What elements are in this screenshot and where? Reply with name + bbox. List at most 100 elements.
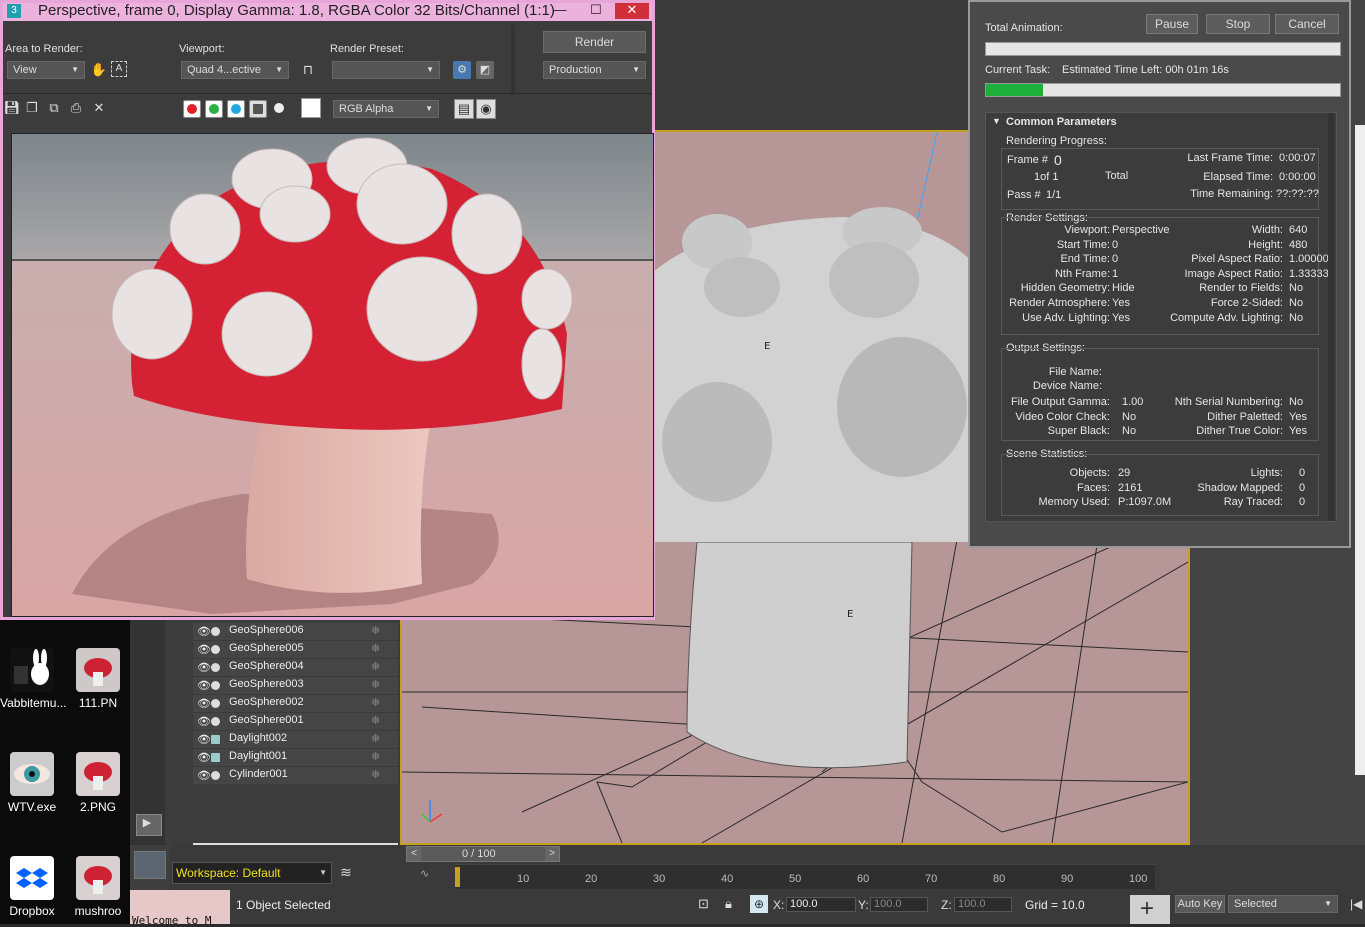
mono-icon[interactable] (274, 103, 284, 113)
maximize-icon[interactable]: ☐ (579, 3, 613, 19)
explorer-row[interactable]: 👁︎ GeoSphere005 ❄ (193, 641, 398, 659)
freeze-icon[interactable]: ❄ (371, 678, 380, 691)
workspace-selector[interactable]: Workspace: Default ▼ (172, 862, 332, 884)
area-to-render-select[interactable]: View ▼ (7, 61, 85, 79)
auto-key-button[interactable]: Auto Key (1175, 895, 1225, 913)
desktop-icon-dropbox[interactable]: Dropbox (0, 856, 64, 918)
selection-lock-icon[interactable]: ⊡ (698, 896, 709, 912)
minimize-icon[interactable]: — (543, 3, 577, 19)
absolute-mode-icon[interactable]: ⊕ (750, 895, 768, 913)
red-channel-toggle[interactable] (183, 100, 201, 118)
explorer-row[interactable]: 👁︎ GeoSphere001 ❄ (193, 713, 398, 731)
cancel-button[interactable]: Cancel (1275, 14, 1339, 34)
output-setting-label: Video Color Check: (1015, 410, 1110, 423)
render-setting-label: Viewport: (1064, 224, 1110, 236)
y-coordinate-field[interactable]: 100.0 (870, 897, 928, 912)
layers-icon[interactable]: ≋ (340, 864, 358, 882)
desktop-icon-vabbitemu[interactable]: Vabbitemu... (0, 648, 66, 710)
time-marker[interactable] (455, 867, 460, 887)
clone-icon[interactable]: ⧉ (45, 99, 63, 117)
environment-icon[interactable]: ◩ (476, 61, 494, 79)
render-button[interactable]: Render (543, 31, 646, 53)
output-setting-label: Dither Paletted: (1207, 410, 1283, 423)
render-setup-icon[interactable]: ⚙ (453, 61, 471, 79)
visibility-eye-icon[interactable]: 👁︎ (197, 697, 211, 710)
freeze-icon[interactable]: ❄ (371, 732, 380, 745)
eye-icon (10, 752, 54, 796)
freeze-icon[interactable]: ❄ (371, 624, 380, 637)
next-frame-icon[interactable]: > (545, 847, 559, 861)
render-frame-titlebar[interactable]: 3 Perspective, frame 0, Display Gamma: 1… (3, 2, 652, 21)
stop-button[interactable]: Stop (1206, 14, 1270, 34)
viewport-layout-icon[interactable] (134, 851, 166, 879)
freeze-icon[interactable]: ❄ (371, 768, 380, 781)
viewport-select[interactable]: Quad 4...ective ▼ (181, 61, 289, 79)
print-icon[interactable]: ⎙ (67, 99, 85, 117)
alpha-channel-toggle[interactable] (249, 100, 267, 118)
visibility-eye-icon[interactable]: 👁︎ (197, 625, 211, 638)
desktop-icon-111png[interactable]: 111.PN (66, 648, 130, 710)
curve-editor-icon[interactable]: ∿ (420, 867, 440, 881)
auto-region-icon[interactable]: A (111, 61, 127, 77)
key-filter-select[interactable]: Selected ▼ (1228, 895, 1338, 913)
explorer-row[interactable]: 👁︎ GeoSphere004 ❄ (193, 659, 398, 677)
save-icon[interactable]: 💾︎ (3, 99, 21, 117)
prev-frame-icon[interactable]: < (407, 847, 421, 861)
freeze-icon[interactable]: ❄ (371, 696, 380, 709)
lock-icon[interactable]: 🔒︎ (725, 896, 732, 912)
desktop-icon-wtv[interactable]: WTV.exe (0, 752, 64, 814)
render-setting-label: Hidden Geometry: (1020, 282, 1110, 295)
total-animation-progress (985, 42, 1341, 56)
display-toggle-icon[interactable]: ▤ (454, 99, 474, 119)
freeze-icon[interactable]: ❄ (371, 714, 380, 727)
explorer-row[interactable]: 👁︎ GeoSphere002 ❄ (193, 695, 398, 713)
pause-button[interactable]: Pause (1146, 14, 1198, 34)
copy-icon[interactable]: ❐ (23, 99, 41, 117)
time-slider[interactable]: < 0 / 100 > (406, 846, 560, 862)
desktop-icon-mushroom[interactable]: mushroo (66, 856, 130, 918)
explorer-row[interactable]: 👁︎ Cylinder001 ❄ (193, 767, 398, 785)
explorer-row[interactable]: 👁︎ GeoSphere006 ❄ (193, 623, 398, 641)
explorer-row[interactable]: 👁︎ GeoSphere003 ❄ (193, 677, 398, 695)
maxscript-listener[interactable]: Welcome to M (130, 890, 230, 927)
collapse-triangle-icon[interactable]: ▼ (992, 116, 1001, 126)
lock-icon[interactable]: ⊓ (299, 61, 317, 79)
timeline-tick-label: 90 (1061, 873, 1074, 885)
explorer-row[interactable]: 👁︎ Daylight001 ❄ (193, 749, 398, 767)
production-select[interactable]: Production ▼ (543, 61, 646, 79)
rollout-scrollbar[interactable] (1328, 113, 1334, 521)
z-coordinate-field[interactable]: 100.0 (954, 897, 1012, 912)
close-icon[interactable]: ✕ (615, 3, 649, 19)
mini-listener-toggle[interactable] (130, 845, 170, 890)
freeze-icon[interactable]: ❄ (371, 750, 380, 763)
common-parameters-title[interactable]: Common Parameters (1006, 116, 1117, 128)
render-settings-group: Viewport: Perspective Start Time: 0 End Time… (1001, 217, 1329, 335)
visibility-eye-icon[interactable]: 👁︎ (197, 751, 211, 764)
desktop-icon-2png[interactable]: 2.PNG (66, 752, 130, 814)
freeze-icon[interactable]: ❄ (371, 660, 380, 673)
render-setting-value: 640 (1289, 224, 1308, 236)
render-preset-select[interactable]: ▼ (332, 61, 440, 79)
goto-start-icon[interactable]: |◀ (1350, 897, 1362, 911)
swatch-color[interactable] (301, 98, 321, 118)
visibility-eye-icon[interactable]: 👁︎ (197, 643, 211, 656)
visibility-eye-icon[interactable]: 👁︎ (197, 715, 211, 728)
freeze-icon[interactable]: ❄ (371, 642, 380, 655)
visibility-eye-icon[interactable]: 👁︎ (197, 661, 211, 674)
x-coordinate-field[interactable]: 100.0 (786, 897, 856, 912)
channel-display-select[interactable]: RGB Alpha ▼ (333, 100, 439, 118)
toggle-ui-icon[interactable]: ◉ (476, 99, 496, 119)
hand-icon[interactable]: ✋ (90, 61, 108, 79)
visibility-eye-icon[interactable]: 👁︎ (197, 679, 211, 692)
blue-channel-toggle[interactable] (227, 100, 245, 118)
clear-icon[interactable]: ✕ (90, 99, 108, 117)
geometry-icon (211, 717, 220, 726)
add-icon[interactable]: + (1130, 895, 1170, 924)
track-bar[interactable]: 10 20 30 40 50 60 70 80 90 100 (455, 864, 1155, 889)
visibility-eye-icon[interactable]: 👁︎ (197, 733, 211, 746)
visibility-eye-icon[interactable]: 👁︎ (197, 769, 211, 782)
explorer-row[interactable]: 👁︎ Daylight002 ❄ (193, 731, 398, 749)
green-channel-toggle[interactable] (205, 100, 223, 118)
play-icon[interactable]: ▶ (138, 816, 156, 832)
output-setting-label: Super Black: (1047, 425, 1110, 438)
